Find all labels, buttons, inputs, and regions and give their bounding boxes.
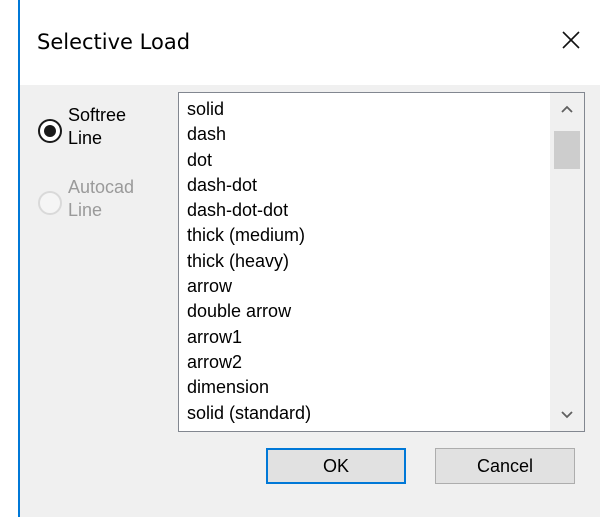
ok-button[interactable]: OK xyxy=(266,448,406,484)
list-item[interactable]: thick (heavy) xyxy=(187,249,311,274)
scroll-up-button[interactable] xyxy=(550,93,584,125)
radio-autocad-line[interactable]: Autocad Line xyxy=(38,176,148,222)
scroll-thumb[interactable] xyxy=(554,131,580,169)
line-type-listbox[interactable]: solid dash dot dash-dot dash-dot-dot thi… xyxy=(178,92,585,432)
radio-button-softree[interactable] xyxy=(38,119,62,143)
radio-label-softree-line1: Softree xyxy=(68,105,127,125)
list-item[interactable]: dash-dot-dot xyxy=(187,198,311,223)
close-icon xyxy=(562,31,580,49)
radio-label-autocad-line1: Autocad xyxy=(68,177,135,197)
list-item[interactable]: double arrow xyxy=(187,299,311,324)
list-item[interactable]: dash-dot xyxy=(187,173,311,198)
selective-load-dialog: Selective Load Softree Line Autocad Line… xyxy=(18,0,600,517)
radio-label-softree: Softree Line xyxy=(68,104,148,150)
vertical-scrollbar[interactable] xyxy=(550,93,584,431)
list-item[interactable]: dot xyxy=(187,148,311,173)
list-item[interactable]: solid (standard) xyxy=(187,401,311,426)
close-button[interactable] xyxy=(542,14,600,66)
radio-label-autocad-line2: Line xyxy=(68,200,103,220)
title-bar: Selective Load xyxy=(20,0,600,85)
chevron-down-icon xyxy=(561,411,573,419)
list-item[interactable]: dimension xyxy=(187,375,311,400)
list-item[interactable]: solid xyxy=(187,97,311,122)
radio-softree-line[interactable]: Softree Line xyxy=(38,104,148,150)
list-item[interactable]: arrow1 xyxy=(187,325,311,350)
line-type-list: solid dash dot dash-dot dash-dot-dot thi… xyxy=(179,93,311,426)
chevron-up-icon xyxy=(561,105,573,113)
list-item[interactable]: arrow xyxy=(187,274,311,299)
radio-label-autocad: Autocad Line xyxy=(68,176,148,222)
list-item[interactable]: dash xyxy=(187,122,311,147)
radio-label-softree-line2: Line xyxy=(68,128,103,148)
dialog-title: Selective Load xyxy=(37,30,191,54)
list-item[interactable]: arrow2 xyxy=(187,350,311,375)
list-item[interactable]: thick (medium) xyxy=(187,223,311,248)
radio-button-autocad[interactable] xyxy=(38,191,62,215)
cancel-button[interactable]: Cancel xyxy=(435,448,575,484)
scroll-down-button[interactable] xyxy=(550,399,584,431)
